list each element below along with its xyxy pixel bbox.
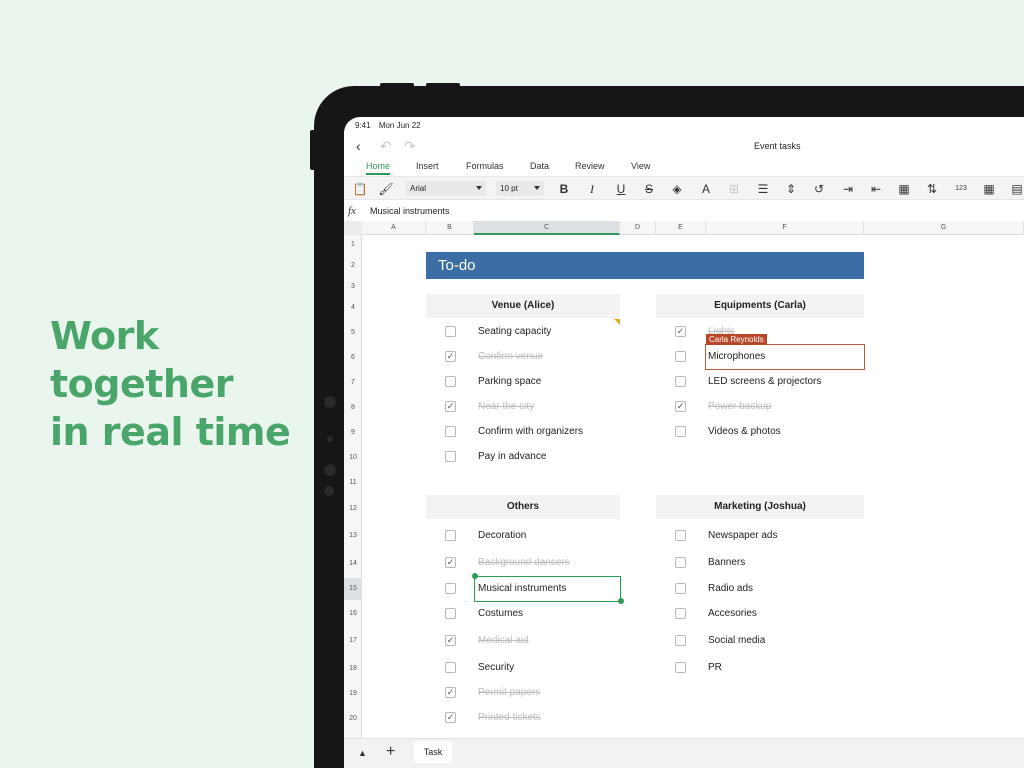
checkbox[interactable] — [445, 583, 456, 594]
camera-icon — [324, 396, 336, 408]
camera-icon — [324, 464, 336, 476]
todo-banner: To-do — [426, 252, 864, 279]
checkbox[interactable]: ✓ — [445, 351, 456, 362]
promo-line: together — [50, 362, 233, 406]
checkbox[interactable] — [445, 426, 456, 437]
checkbox[interactable] — [675, 530, 686, 541]
sheet-grid: To-do Venue (Alice) Seating capacity ✓ C… — [344, 117, 1024, 768]
task-item[interactable]: Parking space — [478, 376, 541, 387]
checkbox[interactable]: ✓ — [675, 401, 686, 412]
checkbox[interactable] — [445, 326, 456, 337]
checkbox[interactable] — [675, 608, 686, 619]
selection-handle[interactable] — [472, 573, 478, 579]
section-header-venue: Venue (Alice) — [426, 294, 620, 318]
checkbox[interactable] — [675, 376, 686, 387]
task-item[interactable]: Security — [478, 662, 514, 673]
add-sheet-icon[interactable]: + — [386, 743, 395, 761]
task-item[interactable]: Printed tickets — [478, 712, 541, 723]
task-item[interactable]: Background dancers — [478, 557, 570, 568]
checkbox[interactable] — [675, 351, 686, 362]
comment-indicator-icon[interactable] — [614, 319, 620, 325]
task-item[interactable]: Costumes — [478, 608, 523, 619]
task-item[interactable]: Confirm venue — [478, 351, 543, 362]
promo-line: Work — [50, 314, 159, 358]
task-item[interactable]: Medical aid — [478, 635, 529, 646]
selection-handle[interactable] — [618, 598, 624, 604]
task-item[interactable]: Pay in advance — [478, 451, 546, 462]
checkbox[interactable] — [445, 608, 456, 619]
volume-button — [426, 83, 460, 88]
task-item[interactable]: Decoration — [478, 530, 526, 541]
task-item[interactable]: Social media — [708, 635, 765, 646]
volume-button — [380, 83, 414, 88]
task-item[interactable]: Near the city — [478, 401, 534, 412]
section-header-equipments: Equipments (Carla) — [656, 294, 864, 318]
section-header-others: Others — [426, 495, 620, 519]
checkbox[interactable]: ✓ — [675, 326, 686, 337]
checkbox[interactable]: ✓ — [445, 712, 456, 723]
task-item[interactable]: Radio ads — [708, 583, 753, 594]
camera-icon — [324, 486, 334, 496]
checkbox[interactable] — [445, 662, 456, 673]
task-item[interactable]: Newspaper ads — [708, 530, 777, 541]
section-header-marketing: Marketing (Joshua) — [656, 495, 864, 519]
checkbox[interactable]: ✓ — [445, 401, 456, 412]
checkbox[interactable] — [675, 583, 686, 594]
caret-up-icon[interactable]: ▲ — [358, 748, 367, 758]
promo-headline: Work together in real time — [50, 312, 291, 456]
checkbox[interactable]: ✓ — [445, 635, 456, 646]
task-item[interactable]: Power backup — [708, 401, 771, 412]
checkbox[interactable]: ✓ — [445, 687, 456, 698]
side-button — [310, 130, 315, 170]
task-item[interactable]: Confirm with organizers — [478, 426, 583, 437]
checkbox[interactable] — [675, 426, 686, 437]
collaborator-cursor — [705, 344, 865, 370]
task-item[interactable]: Seating capacity — [478, 326, 551, 337]
task-item[interactable]: PR — [708, 662, 722, 673]
checkbox[interactable] — [675, 557, 686, 568]
checkbox[interactable] — [445, 376, 456, 387]
sheet-tabs-bar: ▲ + Task — [344, 738, 1024, 768]
promo-line: in real time — [50, 410, 291, 454]
task-item[interactable]: Videos & photos — [708, 426, 781, 437]
sensor-icon — [327, 436, 333, 442]
task-item[interactable]: LED screens & projectors — [708, 376, 821, 387]
checkbox[interactable] — [445, 530, 456, 541]
task-item[interactable]: Banners — [708, 557, 745, 568]
checkbox[interactable] — [445, 451, 456, 462]
checkbox[interactable] — [675, 662, 686, 673]
sheet-tab[interactable]: Task — [414, 741, 452, 763]
checkbox[interactable]: ✓ — [445, 557, 456, 568]
app-screen: 9:41 Mon Jun 22 ‹ ↶ ↷ Event tasks Home I… — [344, 117, 1024, 768]
selected-cell[interactable] — [474, 576, 621, 602]
checkbox[interactable] — [675, 635, 686, 646]
task-item[interactable]: Accesories — [708, 608, 757, 619]
task-item[interactable]: Permit papers — [478, 687, 540, 698]
collaborator-badge: Carla Reynolds — [706, 334, 767, 345]
